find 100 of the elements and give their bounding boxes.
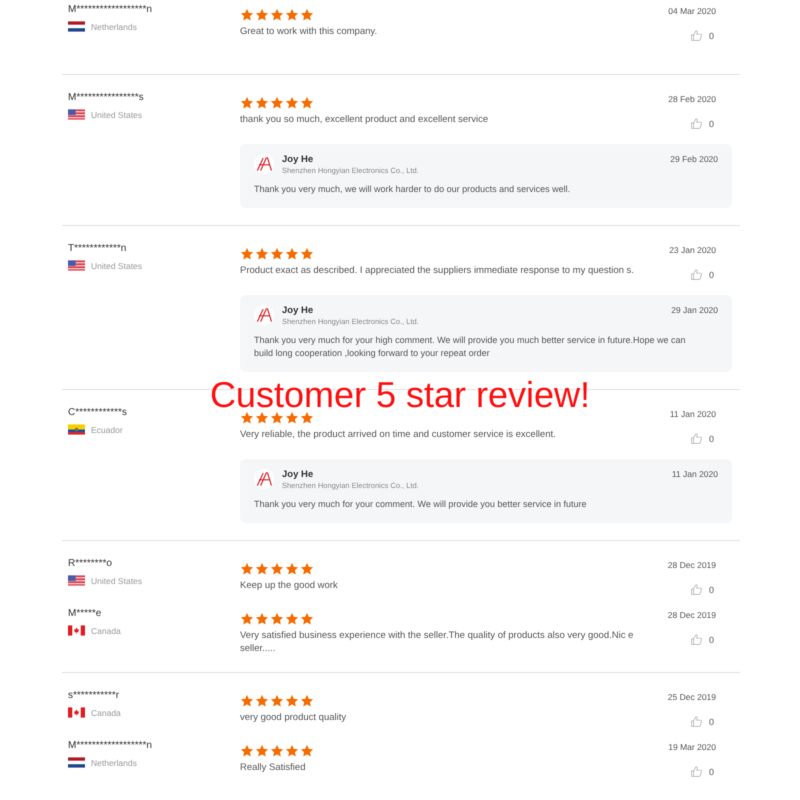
like-count: 0 — [708, 434, 714, 444]
reviewer-name: M****************s — [68, 92, 145, 103]
reply-text: Thank you very much, we will work harder to do our products and services well. — [254, 183, 572, 196]
thumbs-up-icon[interactable] — [690, 715, 703, 728]
flag-icon — [68, 757, 85, 768]
review-text: thank you so much, excellent product and excellent service — [240, 113, 488, 126]
review-date: 25 Dec 2019 — [668, 692, 716, 702]
reviewer-name: M******************n — [68, 4, 153, 15]
reviewer-name: s***********r — [68, 690, 120, 701]
star-icon — [285, 694, 299, 708]
country-name: Canada — [91, 708, 121, 718]
flag-icon — [68, 424, 85, 435]
like-count: 0 — [708, 716, 714, 726]
review-text: Really Satisfied — [240, 761, 306, 774]
country-name: Netherlands — [91, 22, 137, 32]
star-icon — [255, 411, 269, 425]
reply-date: 11 Jan 2020 — [672, 469, 718, 479]
reviewer-name: M*****e — [68, 608, 102, 619]
country-name: Netherlands — [91, 758, 137, 768]
like-count: 0 — [708, 30, 714, 40]
reviewer-name: T************n — [68, 243, 128, 254]
star-icon — [285, 247, 299, 261]
reply-text: Thank you very much for your comment. We will provide you better service in future — [254, 498, 588, 511]
reply-date: 29 Feb 2020 — [670, 154, 718, 164]
star-icon — [300, 744, 314, 758]
logo-icon — [254, 305, 274, 325]
review-text: Keep up the good work — [240, 579, 338, 592]
reviewer-name: C************s — [68, 407, 128, 418]
star-icon — [240, 612, 254, 626]
star-icon — [270, 612, 284, 626]
star-icon — [285, 411, 299, 425]
star-icon — [240, 411, 254, 425]
star-icon — [300, 562, 314, 576]
star-icon — [270, 694, 284, 708]
star-icon — [270, 411, 284, 425]
logo-icon — [254, 469, 274, 489]
star-icon — [255, 744, 269, 758]
review-text: Very satisfied business experience with the seller.The quality of products also very good.Nic e seller..... — [240, 629, 634, 655]
review-text: Great to work with this company. — [240, 25, 378, 38]
star-icon — [270, 562, 284, 576]
country-name: United States — [91, 110, 142, 120]
review-text: very good product quality — [240, 711, 346, 724]
star-icon — [285, 612, 299, 626]
thumbs-up-icon[interactable] — [690, 765, 703, 778]
thumbs-up-icon[interactable] — [690, 29, 703, 42]
star-icon — [255, 694, 269, 708]
star-icon — [240, 562, 254, 576]
review-date: 28 Feb 2020 — [668, 94, 716, 104]
like-count: 0 — [708, 584, 714, 594]
thumbs-up-icon[interactable] — [690, 268, 703, 281]
flag-icon — [68, 109, 85, 120]
star-icon — [300, 411, 314, 425]
star-icon — [240, 96, 254, 110]
star-icon — [270, 744, 284, 758]
review-date: 11 Jan 2020 — [670, 409, 716, 419]
promo-caption: Customer 5 star review! — [210, 374, 590, 416]
like-count: 0 — [708, 118, 714, 128]
star-icon — [255, 247, 269, 261]
star-icon — [300, 8, 314, 22]
star-icon — [255, 562, 269, 576]
reply-author: Joy He — [282, 469, 314, 480]
star-icon — [285, 96, 299, 110]
review-date: 23 Jan 2020 — [669, 245, 716, 255]
star-icon — [240, 744, 254, 758]
review-date: 04 Mar 2020 — [668, 6, 716, 16]
thumbs-up-icon[interactable] — [690, 583, 703, 596]
reviewer-name: R********o — [68, 558, 113, 569]
flag-icon — [68, 260, 85, 271]
flag-icon — [68, 21, 85, 32]
like-count: 0 — [708, 270, 714, 280]
review-text: Product exact as described. I appreciated the suppliers immediate response to my question s. — [240, 264, 634, 277]
flag-icon — [68, 707, 85, 718]
logo-icon — [254, 154, 274, 174]
flag-icon — [68, 575, 85, 586]
like-count: 0 — [708, 766, 714, 776]
thumbs-up-icon[interactable] — [690, 432, 703, 445]
country-name: United States — [91, 576, 142, 586]
star-icon — [300, 247, 314, 261]
reviewer-name: M******************n — [68, 740, 153, 751]
star-icon — [255, 96, 269, 110]
star-icon — [300, 612, 314, 626]
thumbs-up-icon[interactable] — [690, 117, 703, 130]
review-date: 28 Dec 2019 — [668, 610, 716, 620]
like-count: 0 — [708, 634, 714, 644]
star-icon — [300, 694, 314, 708]
star-icon — [300, 96, 314, 110]
star-icon — [240, 8, 254, 22]
thumbs-up-icon[interactable] — [690, 633, 703, 646]
star-icon — [255, 612, 269, 626]
star-icon — [285, 744, 299, 758]
review-text: Very reliable, the product arrived on time and customer service is excellent. — [240, 428, 556, 441]
star-icon — [285, 8, 299, 22]
star-icon — [240, 694, 254, 708]
country-name: Canada — [91, 626, 121, 636]
reply-text: Thank you very much for your high comment. We will provide you much better service in future.Hope we can build long cooperation ,looking forward to your repeat order — [254, 334, 687, 360]
star-icon — [270, 247, 284, 261]
country-name: Ecuador — [91, 424, 123, 434]
review-date: 19 Mar 2020 — [668, 742, 716, 752]
flag-icon — [68, 625, 85, 636]
country-name: United States — [91, 260, 142, 270]
